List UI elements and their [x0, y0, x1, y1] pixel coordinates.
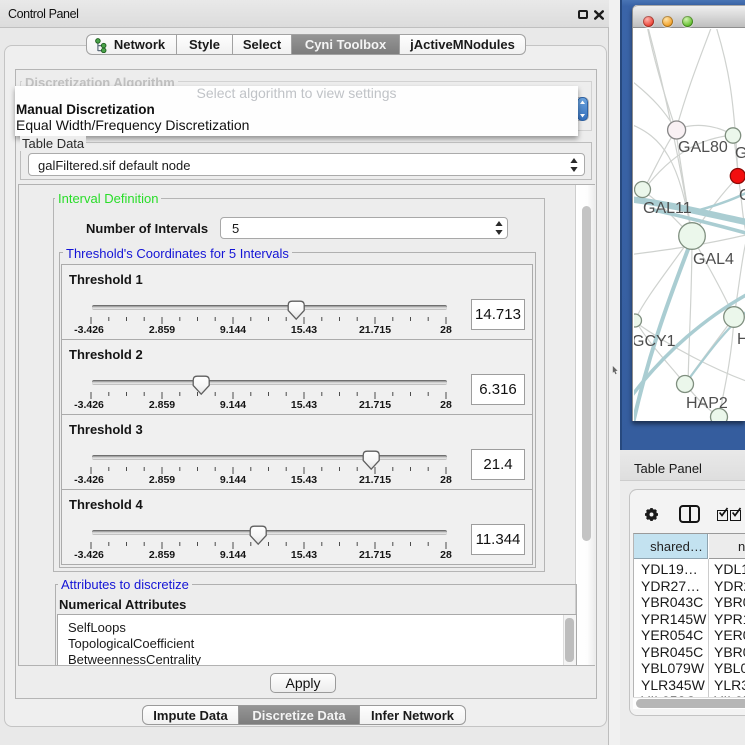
svg-text:GAL11: GAL11 — [643, 200, 692, 217]
svg-text:GAL80: GAL80 — [678, 139, 728, 156]
svg-text:G.: G. — [735, 145, 745, 162]
svg-text:GCY1: GCY1 — [634, 333, 676, 350]
svg-text:C: C — [739, 187, 745, 204]
svg-text:H: H — [737, 331, 745, 348]
svg-text:HAP2: HAP2 — [686, 395, 728, 412]
svg-text:GAL4: GAL4 — [693, 251, 734, 268]
